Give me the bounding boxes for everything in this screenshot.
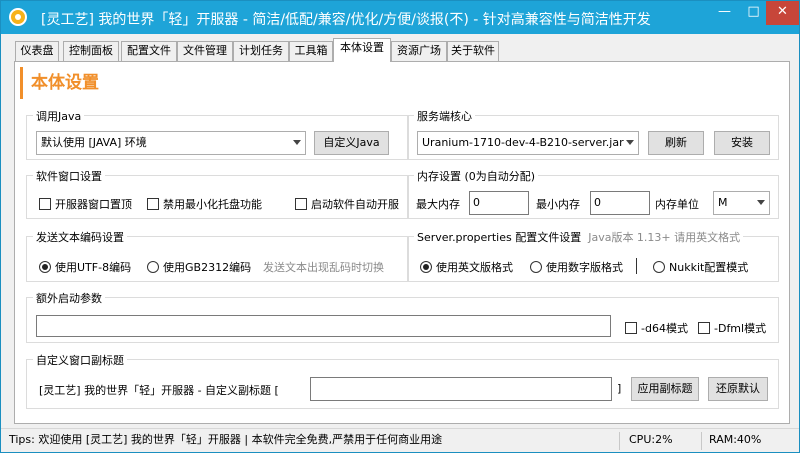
tab-file-manager[interactable]: 文件管理 <box>177 41 233 61</box>
gb2312-radio[interactable]: 使用GB2312编码 <box>147 259 251 275</box>
properties-group-label: Server.properties 配置文件设置 Java版本 1.13+ 请用… <box>414 229 744 245</box>
subtitle-suffix: ] <box>617 382 622 395</box>
tab-control-panel[interactable]: 控制面板 <box>63 41 119 61</box>
memory-unit-label: 内存单位 <box>655 198 699 211</box>
properties-group: Server.properties 配置文件设置 Java版本 1.13+ 请用… <box>407 229 779 282</box>
radio-icon <box>147 261 159 273</box>
subtitle-prefix: [灵工艺] 我的世界「轻」开服器 - 自定义副标题 [ <box>39 384 279 397</box>
dfml-checkbox[interactable]: -Dfml模式 <box>698 320 766 336</box>
tab-dashboard[interactable]: 仪表盘 <box>15 41 59 61</box>
numeric-format-label: 使用数字版格式 <box>546 261 623 274</box>
app-window: [灵工艺] 我的世界「轻」开服器 - 简洁/低配/兼容/优化/方便/谈报(不) … <box>0 0 800 453</box>
window-settings-group: 软件窗口设置 开服器窗口置顶 禁用最小化托盘功能 启动软件自动开服 <box>26 168 409 219</box>
tab-about[interactable]: 关于软件 <box>447 41 499 61</box>
refresh-button[interactable]: 刷新 <box>648 131 704 155</box>
java-select-value: 默认使用 [JAVA] 环境 <box>41 136 147 149</box>
java-group-label: 调用Java <box>33 108 85 124</box>
option-divider <box>636 258 637 274</box>
max-memory-label: 最大内存 <box>416 198 460 211</box>
ram-usage: RAM:40% <box>709 433 762 446</box>
core-select-value: Uranium-1710-dev-4-B210-server.jar <box>422 136 624 149</box>
close-button[interactable]: ✕ <box>766 1 799 25</box>
properties-hint: Java版本 1.13+ 请用英文格式 <box>588 231 741 244</box>
auto-start-label: 启动软件自动开服 <box>311 198 399 211</box>
max-memory-input[interactable]: 0 <box>469 191 529 215</box>
custom-java-button[interactable]: 自定义Java <box>314 131 389 155</box>
auto-start-checkbox[interactable]: 启动软件自动开服 <box>295 196 399 212</box>
d64-checkbox[interactable]: -d64模式 <box>625 320 688 336</box>
java-select[interactable]: 默认使用 [JAVA] 环境 <box>36 131 306 155</box>
nukkit-mode-radio[interactable]: Nukkit配置模式 <box>653 259 748 275</box>
subtitle-group-label: 自定义窗口副标题 <box>33 352 127 368</box>
subtitle-group: 自定义窗口副标题 [灵工艺] 我的世界「轻」开服器 - 自定义副标题 [ ] 应… <box>26 352 779 409</box>
english-format-label: 使用英文版格式 <box>436 261 513 274</box>
java-group: 调用Java 默认使用 [JAVA] 环境 自定义Java <box>26 108 409 160</box>
status-tips: Tips: 欢迎使用 [灵工艺] 我的世界「轻」开服器 | 本软件完全免费,严禁… <box>9 433 443 446</box>
reset-subtitle-button[interactable]: 还原默认 <box>708 377 768 401</box>
checkbox-icon <box>698 322 710 334</box>
numeric-format-radio[interactable]: 使用数字版格式 <box>530 259 623 275</box>
cpu-usage: CPU:2% <box>629 433 673 446</box>
extra-args-group: 额外启动参数 -d64模式 -Dfml模式 <box>26 290 779 343</box>
window-title: [灵工艺] 我的世界「轻」开服器 - 简洁/低配/兼容/优化/方便/谈报(不) … <box>41 12 651 28</box>
window-settings-label: 软件窗口设置 <box>33 168 105 184</box>
min-memory-label: 最小内存 <box>536 198 580 211</box>
core-group-label: 服务端核心 <box>414 108 475 124</box>
radio-icon <box>530 261 542 273</box>
status-bar: Tips: 欢迎使用 [灵工艺] 我的世界「轻」开服器 | 本软件完全免费,严禁… <box>1 428 799 452</box>
core-group: 服务端核心 Uranium-1710-dev-4-B210-server.jar… <box>407 108 779 160</box>
tab-toolbox[interactable]: 工具箱 <box>289 41 333 61</box>
memory-unit-value: M <box>718 196 728 209</box>
tab-scheduled-tasks[interactable]: 计划任务 <box>233 41 289 61</box>
always-on-top-label: 开服器窗口置顶 <box>55 198 132 211</box>
page-title: 本体设置 <box>20 67 780 99</box>
extra-args-input[interactable] <box>36 315 611 337</box>
properties-label: Server.properties 配置文件设置 <box>417 231 582 244</box>
disable-tray-label: 禁用最小化托盘功能 <box>163 198 262 211</box>
app-logo-icon <box>9 8 27 26</box>
tab-config-files[interactable]: 配置文件 <box>121 41 177 61</box>
chevron-down-icon <box>293 140 301 145</box>
english-format-radio[interactable]: 使用英文版格式 <box>420 259 513 275</box>
radio-icon <box>653 261 665 273</box>
checkbox-icon <box>147 198 159 210</box>
utf8-radio[interactable]: 使用UTF-8编码 <box>39 259 131 275</box>
radio-icon <box>39 261 51 273</box>
extra-args-label: 额外启动参数 <box>33 290 105 306</box>
status-divider <box>701 432 702 450</box>
disable-tray-checkbox[interactable]: 禁用最小化托盘功能 <box>147 196 262 212</box>
nukkit-mode-label: Nukkit配置模式 <box>669 261 749 274</box>
always-on-top-checkbox[interactable]: 开服器窗口置顶 <box>39 196 132 212</box>
chevron-down-icon <box>626 140 634 145</box>
tab-settings[interactable]: 本体设置 <box>333 38 391 62</box>
title-bar[interactable]: [灵工艺] 我的世界「轻」开服器 - 简洁/低配/兼容/优化/方便/谈报(不) … <box>1 1 799 34</box>
memory-group-label: 内存设置 (0为自动分配) <box>414 168 539 184</box>
min-memory-input[interactable]: 0 <box>590 191 650 215</box>
chevron-down-icon <box>757 200 765 205</box>
tab-resources[interactable]: 资源广场 <box>391 41 447 61</box>
minimize-button[interactable]: — <box>710 1 739 25</box>
radio-icon <box>420 261 432 273</box>
encoding-group: 发送文本编码设置 使用UTF-8编码 使用GB2312编码 发送文本出现乱码时切… <box>26 229 409 282</box>
memory-unit-select[interactable]: M <box>713 191 770 215</box>
install-button[interactable]: 安装 <box>714 131 770 155</box>
maximize-button[interactable]: □ <box>739 1 768 25</box>
utf8-label: 使用UTF-8编码 <box>55 261 132 274</box>
encoding-group-label: 发送文本编码设置 <box>33 229 127 245</box>
apply-subtitle-button[interactable]: 应用副标题 <box>631 377 699 401</box>
checkbox-icon <box>39 198 51 210</box>
encoding-hint: 发送文本出现乱码时切换 <box>263 261 384 274</box>
dfml-label: -Dfml模式 <box>714 322 767 335</box>
subtitle-input[interactable] <box>310 377 612 401</box>
d64-label: -d64模式 <box>641 322 688 335</box>
memory-group: 内存设置 (0为自动分配) 最大内存 0 最小内存 0 内存单位 M <box>407 168 779 219</box>
status-divider <box>619 432 620 450</box>
checkbox-icon <box>625 322 637 334</box>
gb2312-label: 使用GB2312编码 <box>163 261 252 274</box>
settings-panel: 本体设置 调用Java 默认使用 [JAVA] 环境 自定义Java 服务端核心… <box>14 61 790 424</box>
checkbox-icon <box>295 198 307 210</box>
core-select[interactable]: Uranium-1710-dev-4-B210-server.jar <box>417 131 639 155</box>
